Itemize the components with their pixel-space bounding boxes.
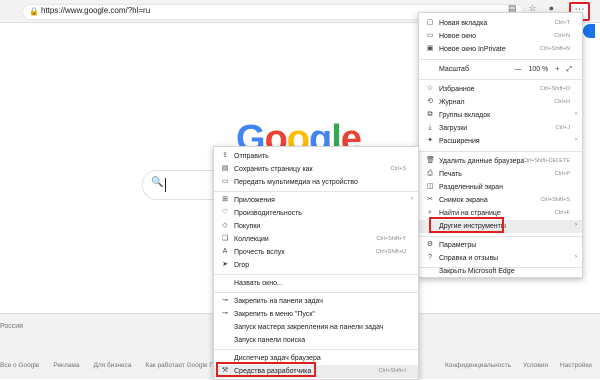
submenu-item-search-bar[interactable]: Запуск панели поиска: [214, 334, 418, 347]
menu-divider: [214, 292, 418, 293]
help-icon: ?: [428, 254, 432, 261]
menu-item-close-edge[interactable]: Закрыть Microsoft Edge: [419, 265, 582, 278]
footer-links-right: Конфиденциальность Условия Настройки: [445, 362, 592, 369]
footer-country: Россия: [0, 323, 23, 330]
submenu-item-cast[interactable]: ▭ Передать мультимедиа на устройство: [214, 176, 418, 189]
menu-item-favorites[interactable]: ☆ Избранное Ctrl+Shift+O: [419, 83, 582, 96]
submenu-item-shopping[interactable]: ◇ Покупки: [214, 220, 418, 233]
chevron-right-icon: ›: [575, 254, 577, 260]
find-icon: ⌕: [428, 209, 432, 216]
menu-item-screenshot[interactable]: ✂ Снимок экрана Ctrl+Shift+S: [419, 194, 582, 207]
read-aloud-icon: A: [222, 248, 228, 255]
pin-start-icon: ⊸: [222, 310, 228, 317]
menu-divider: [419, 236, 582, 237]
download-icon: ⤓: [428, 124, 432, 131]
print-icon: ⎙: [427, 170, 433, 177]
menu-item-split-screen[interactable]: ◫ Разделенный экран: [419, 181, 582, 194]
footer-link[interactable]: Реклама: [53, 362, 79, 369]
submenu-item-name-window[interactable]: Назвать окно...: [214, 277, 418, 290]
menu-item-print[interactable]: ⎙ Печать Ctrl+P: [419, 168, 582, 181]
submenu-item-apps[interactable]: ⊞ Приложения ›: [214, 194, 418, 207]
zoom-in-button[interactable]: +: [555, 66, 559, 74]
submenu-item-share[interactable]: ⇪ Отправить: [214, 150, 418, 163]
zoom-value: 100 %: [528, 66, 549, 73]
more-tools-submenu: ⇪ Отправить ▤ Сохранить страницу как Ctrl+S…: [213, 146, 419, 380]
footer-link[interactable]: Настройки: [560, 362, 592, 369]
footer-links-left: Все о Google Реклама Для бизнеса Как раб…: [0, 362, 227, 369]
address-url[interactable]: https://www.google.com/?hl=ru: [41, 6, 150, 15]
edge-main-menu: ▢ Новая вкладка Ctrl+T ▭ Новое окно Ctrl+N ▣…: [418, 12, 583, 278]
search-icon: 🔍: [151, 177, 164, 188]
zoom-out-button[interactable]: —: [514, 66, 521, 74]
star-icon: ☆: [426, 85, 434, 92]
performance-icon: ♡: [221, 209, 229, 216]
apps-icon: ⊞: [222, 196, 228, 203]
chevron-right-icon: ›: [411, 196, 413, 202]
menu-item-extensions[interactable]: ✦ Расширения ›: [419, 135, 582, 148]
new-tab-icon: ▢: [426, 19, 434, 26]
chevron-right-icon: ›: [575, 111, 577, 117]
menu-divider: [419, 151, 582, 152]
extensions-icon: ✦: [427, 137, 433, 144]
share-icon: ⇪: [222, 152, 228, 159]
menu-divider: [214, 191, 418, 192]
devtools-highlight: [216, 362, 316, 377]
sign-in-button[interactable]: [583, 24, 595, 38]
menu-item-history[interactable]: ⟲ Журнал Ctrl+H: [419, 96, 582, 109]
chevron-right-icon: ›: [575, 137, 577, 143]
footer-link[interactable]: Условия: [523, 362, 548, 369]
submenu-item-performance[interactable]: ♡ Производительность: [214, 207, 418, 220]
submenu-item-collections[interactable]: ❏ Коллекции Ctrl+Shift+Y: [214, 233, 418, 246]
shopping-icon: ◇: [222, 222, 228, 229]
menu-divider: [214, 274, 418, 275]
menu-item-help[interactable]: ? Справка и отзывы ›: [419, 252, 582, 265]
menu-item-new-window[interactable]: ▭ Новое окно Ctrl+N: [419, 30, 582, 43]
zoom-controls: — 100 % + ⤢: [514, 66, 572, 74]
chevron-right-icon: ›: [575, 222, 577, 228]
more-tools-highlight: [429, 217, 504, 233]
footer-link[interactable]: Все о Google: [0, 362, 39, 369]
footer-link[interactable]: Конфиденциальность: [445, 362, 511, 369]
menu-item-clear-data[interactable]: 🗑 Удалить данные браузера Ctrl+Shift+DELET…: [419, 155, 582, 168]
menu-item-new-tab[interactable]: ▢ Новая вкладка Ctrl+T: [419, 17, 582, 30]
menu-item-settings[interactable]: ⚙ Параметры: [419, 239, 582, 252]
fullscreen-button[interactable]: ⤢: [566, 66, 572, 74]
menu-divider: [419, 79, 582, 80]
lock-icon: 🔒: [29, 7, 39, 16]
menu-item-inprivate[interactable]: ▣ Новое окно InPrivate Ctrl+Shift+N: [419, 43, 582, 56]
submenu-item-drop[interactable]: ➤ Drop: [214, 259, 418, 272]
menu-item-zoom: Масштаб — 100 % + ⤢: [439, 66, 572, 74]
menu-divider: [214, 349, 418, 350]
drop-icon: ➤: [222, 261, 228, 268]
submenu-item-save-page[interactable]: ▤ Сохранить страницу как Ctrl+S: [214, 163, 418, 176]
text-caret: [165, 178, 166, 192]
submenu-item-pin-start[interactable]: ⊸ Закрепить в меню "Пуск": [214, 308, 418, 321]
history-icon: ⟲: [427, 98, 433, 105]
split-screen-icon: ◫: [426, 183, 434, 190]
footer-link[interactable]: Для бизнеса: [93, 362, 131, 369]
cast-icon: ▭: [221, 178, 229, 185]
new-window-icon: ▭: [426, 32, 434, 39]
submenu-item-pin-wizard[interactable]: Запуск мастера закрепления на панели зад…: [214, 321, 418, 334]
submenu-item-read-aloud[interactable]: A Прочесть вслух Ctrl+Shift+U: [214, 246, 418, 259]
settings-icon: ⚙: [426, 241, 434, 248]
menu-item-tab-groups[interactable]: ⧉ Группы вкладок ›: [419, 109, 582, 122]
collections-icon: ❏: [221, 235, 229, 242]
screenshot-icon: ✂: [427, 196, 433, 203]
trash-icon: 🗑: [426, 157, 435, 164]
menu-divider: [419, 59, 582, 60]
tab-groups-icon: ⧉: [427, 111, 433, 118]
menu-item-downloads[interactable]: ⤓ Загрузки Ctrl+J: [419, 122, 582, 135]
pin-icon: ⊸: [222, 297, 228, 304]
save-icon: ▤: [221, 165, 229, 172]
submenu-item-pin-taskbar[interactable]: ⊸ Закрепить на панели задач: [214, 295, 418, 308]
inprivate-icon: ▣: [426, 45, 434, 52]
